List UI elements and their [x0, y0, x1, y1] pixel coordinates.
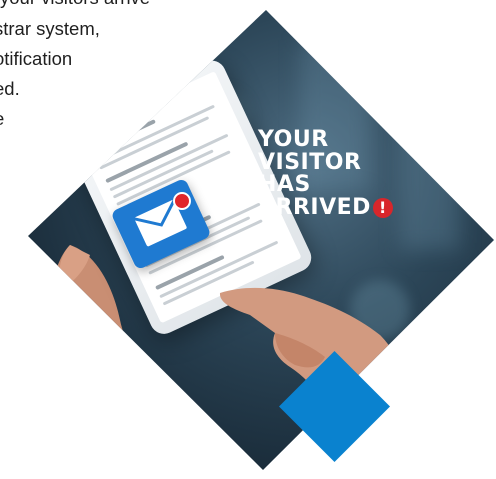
- notification-dot-icon: [173, 192, 191, 210]
- window-glow-2: [400, 110, 460, 250]
- intro-line-2: strar system,: [0, 18, 100, 39]
- headline-line-2: VISITOR: [258, 149, 362, 175]
- headline: YOUR VISITOR HAS ARRIVED!: [258, 127, 393, 220]
- exclamation-icon: !: [372, 197, 393, 218]
- headline-line-1: YOUR: [258, 127, 329, 152]
- intro-line-4: ed.: [0, 78, 20, 99]
- doc-line: [109, 133, 229, 192]
- intro-line-3: otification: [0, 48, 73, 69]
- photo-diamond-frame: [28, 10, 494, 470]
- headline-arrived-text: ARRIVED: [258, 194, 371, 220]
- headline-line-3: HAS: [258, 172, 311, 197]
- intro-line-5: e: [0, 107, 4, 130]
- intro-line-1: your visitors arrive: [0, 0, 150, 9]
- headline-line-4: ARRIVED!: [258, 194, 393, 220]
- page: your visitors arrive strar system, otifi…: [0, 0, 496, 479]
- doc-line: [95, 104, 215, 163]
